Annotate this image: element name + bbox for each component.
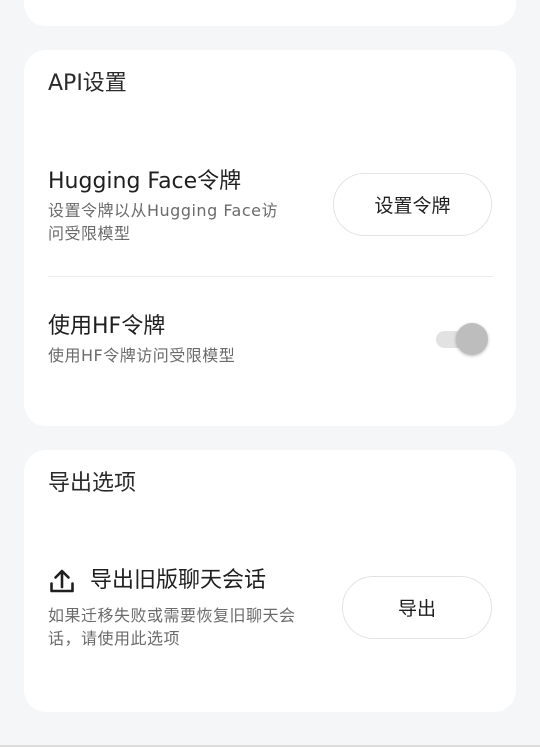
previous-settings-card: [24, 0, 516, 26]
use-hf-token-title: 使用HF令牌: [48, 314, 166, 339]
legacy-export-description-line1: 如果迁移失败或需要恢复旧聊天会: [48, 606, 296, 625]
export-button[interactable]: 导出: [342, 576, 492, 639]
upload-icon: [48, 567, 76, 595]
export-options-card: 导出选项 导出旧版聊天会话 如果迁移失败或需要恢复旧聊天会 话，请使用此选项 导…: [24, 450, 516, 712]
hf-token-description-line1: 设置令牌以从Hugging Face访: [48, 201, 278, 220]
use-hf-token-toggle[interactable]: [436, 323, 488, 355]
row-divider: [48, 276, 493, 277]
legacy-export-description-line2: 话，请使用此选项: [48, 629, 181, 648]
legacy-export-title: 导出旧版聊天会话: [90, 568, 267, 593]
section-title-api: API设置: [48, 71, 127, 96]
toggle-knob: [456, 323, 488, 355]
use-hf-token-description: 使用HF令牌访问受限模型: [48, 346, 236, 365]
set-token-button[interactable]: 设置令牌: [333, 173, 492, 236]
hf-token-description-line2: 问受限模型: [48, 224, 131, 243]
hf-token-description: 设置令牌以从Hugging Face访 问受限模型: [48, 199, 278, 245]
section-title-export: 导出选项: [48, 471, 137, 496]
legacy-export-description: 如果迁移失败或需要恢复旧聊天会 话，请使用此选项: [48, 604, 296, 650]
settings-page: API设置 Hugging Face令牌 设置令牌以从Hugging Face访…: [0, 0, 540, 747]
api-settings-card: API设置 Hugging Face令牌 设置令牌以从Hugging Face访…: [24, 50, 516, 426]
hf-token-title: Hugging Face令牌: [48, 169, 242, 194]
